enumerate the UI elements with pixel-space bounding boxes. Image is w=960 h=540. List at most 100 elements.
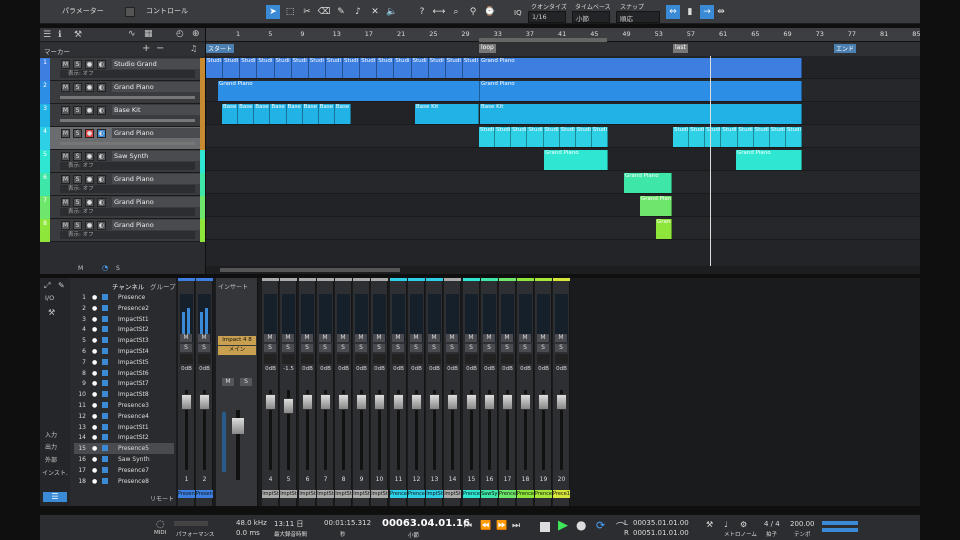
output-label[interactable]: 出力 (45, 442, 57, 451)
event-clip[interactable]: Base Kit (415, 104, 479, 124)
track-solo-button[interactable]: S (73, 106, 82, 115)
track-view-select[interactable]: 表示: オフ (60, 162, 195, 170)
mixer-list-view-icon[interactable]: ☰ (43, 492, 67, 502)
pan-knob[interactable] (465, 354, 478, 364)
strip-mute-button[interactable]: M (446, 334, 458, 342)
visibility-icon[interactable]: ● (92, 303, 97, 314)
monitor-button[interactable]: ◐ (97, 106, 106, 115)
track-mute-button[interactable]: M (61, 152, 70, 161)
ruler-bar-number[interactable]: 73 (816, 30, 824, 38)
position-display[interactable]: 00063.04.01.16 (382, 518, 470, 529)
volume-readout[interactable]: 0dB (299, 366, 316, 372)
fader-cap[interactable] (374, 394, 385, 410)
pencil-tool-icon[interactable]: ✎ (334, 5, 348, 19)
parameters-label[interactable]: パラメーター (62, 6, 104, 16)
loop-end-value[interactable]: 00051.01.01.00 (633, 529, 689, 537)
list-icon[interactable]: ☰ (43, 30, 51, 40)
pan-knob[interactable] (337, 354, 350, 364)
main-solo-button[interactable]: S (240, 378, 252, 386)
strip-name[interactable]: ImptSt (262, 490, 279, 498)
volume-readout[interactable]: 0dB (499, 366, 516, 372)
mixer-channel-list-item[interactable]: 6 ● ImpactSt4 (74, 346, 174, 357)
event-clip[interactable]: Studi (495, 127, 512, 147)
loop-marker[interactable]: loop (479, 44, 496, 53)
track-solo-button[interactable]: S (73, 221, 82, 230)
record-arm-button[interactable]: ● (85, 60, 94, 69)
ruler-bar-number[interactable]: 1 (236, 30, 240, 38)
track-header-row[interactable]: 4 M S ● ◐ Grand Piano (40, 127, 205, 150)
ruler-bar-number[interactable]: 49 (622, 30, 630, 38)
volume-readout[interactable]: 0dB (481, 366, 498, 372)
pan-knob[interactable] (519, 354, 532, 364)
monitor-button[interactable]: ◐ (97, 83, 106, 92)
track-solo-button[interactable]: S (73, 83, 82, 92)
strip-name[interactable]: Prence (499, 490, 516, 498)
event-clip[interactable]: Base (286, 104, 303, 124)
track-number[interactable]: 5 (40, 150, 50, 173)
track-name[interactable]: Grand Piano (112, 220, 200, 230)
strip-mute-button[interactable]: M (410, 334, 422, 342)
grid-icon[interactable]: ▦ (144, 29, 153, 39)
track-name[interactable]: Grand Piano (112, 82, 200, 92)
pan-knob[interactable] (301, 354, 314, 364)
eraser-tool-icon[interactable]: ⌫ (317, 5, 331, 19)
event-clip[interactable]: Base (302, 104, 319, 124)
loop-toggle-icon[interactable]: ⟳ (596, 519, 605, 532)
visibility-icon[interactable]: ● (92, 411, 97, 422)
pan-knob[interactable] (501, 354, 514, 364)
volume-readout[interactable]: 0dB (178, 366, 195, 372)
timebase-select[interactable]: 小節 (572, 11, 610, 23)
monitor-button[interactable]: ◐ (97, 60, 106, 69)
pan-knob[interactable] (555, 354, 568, 364)
ruler-bar-number[interactable]: 25 (429, 30, 437, 38)
event-clip[interactable]: Base (222, 104, 239, 124)
event-clip[interactable]: Grand Piano (218, 81, 480, 101)
precount-icon[interactable]: ⚒ (706, 520, 713, 529)
instrument-label[interactable]: インスト. (42, 468, 68, 477)
mixer-channel-list-item[interactable]: 10 ● ImpactSt8 (74, 389, 174, 400)
monitor-button[interactable]: ◐ (97, 175, 106, 184)
track-view-select[interactable]: 表示: オフ (60, 185, 195, 193)
pan-knob[interactable] (282, 354, 295, 364)
strip-solo-button[interactable]: S (555, 344, 567, 352)
monitor-button[interactable]: ◐ (97, 152, 106, 161)
strip-name[interactable]: ImptSt (353, 490, 370, 498)
strip-name[interactable]: Prece1 (553, 490, 570, 498)
tempo-value[interactable]: 200.00 (790, 520, 815, 528)
scroll-thumb[interactable] (220, 268, 400, 272)
external-label[interactable]: 外部 (45, 455, 57, 464)
strip-mute-button[interactable]: M (282, 334, 294, 342)
strip-solo-button[interactable]: S (483, 344, 495, 352)
track-name[interactable]: Base Kit (112, 105, 200, 115)
zoom-track-icon[interactable]: ⊕ (192, 29, 200, 39)
ruler-bar-number[interactable]: 85 (912, 30, 920, 38)
zoom-fit-icon[interactable]: ⟷ (432, 5, 446, 19)
remote-label[interactable]: リモート (150, 494, 174, 503)
event-clip[interactable]: Studi (479, 127, 496, 147)
fader-cap[interactable] (520, 394, 531, 410)
event-clip[interactable]: Grand Piano (624, 173, 672, 193)
strip-name[interactable]: ImptSt (371, 490, 388, 498)
event-clip[interactable]: Grand Piano (544, 150, 608, 170)
record-arm-button[interactable]: ● (85, 129, 94, 138)
strip-name[interactable]: Prence (517, 490, 534, 498)
track-header-row[interactable]: 1 M S ● ◐ Studio Grand 表示: オフ (40, 58, 205, 81)
ruler-bar-number[interactable]: 13 (333, 30, 341, 38)
visibility-icon[interactable]: ● (92, 335, 97, 346)
track-number[interactable]: 4 (40, 127, 50, 150)
ruler-bar-number[interactable]: 77 (848, 30, 856, 38)
ruler-bar-number[interactable]: 9 (300, 30, 304, 38)
volume-readout[interactable]: 0dB (390, 366, 407, 372)
fader-cap[interactable] (356, 394, 367, 410)
listen-tool-icon[interactable]: 🔈 (385, 5, 399, 19)
event-clip[interactable]: Studi (559, 127, 576, 147)
event-clip[interactable]: Studi (411, 58, 429, 78)
mute-tool-icon[interactable]: ✕ (368, 5, 382, 19)
fader-cap[interactable] (411, 394, 422, 410)
marker-lane[interactable]: スタート loop last エンド (206, 42, 920, 56)
timeline-ruler[interactable]: 1 5 9 13 17 21 25 29 33 37 41 45 49 53 57 61 65 69 73 77 81 8… (206, 28, 920, 42)
event-clip[interactable]: Studi (769, 127, 786, 147)
strip-solo-button[interactable]: S (519, 344, 531, 352)
footer-solo-label[interactable]: S (116, 265, 120, 272)
strip-mute-button[interactable]: M (465, 334, 477, 342)
